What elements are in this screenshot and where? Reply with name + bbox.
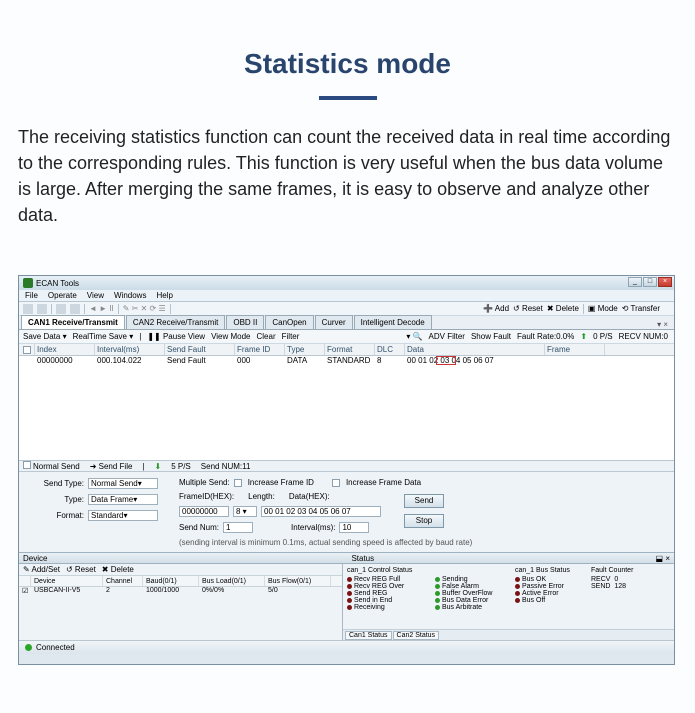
recvnum-label: RECV NUM:0 [619, 332, 668, 341]
page-title: Statistics mode [0, 0, 695, 80]
app-title: ECAN Tools [36, 279, 79, 288]
tab-curver[interactable]: Curver [315, 315, 353, 329]
tab-close-icon[interactable]: ▾ × [657, 320, 668, 329]
can2-status-tab[interactable]: Can2 Status [393, 631, 440, 640]
type-select[interactable]: Data Frame ▾ [88, 494, 158, 505]
tab-obd[interactable]: OBD II [226, 315, 264, 329]
send-pps: 5 P/S [171, 462, 191, 471]
send-num: Send NUM:11 [201, 462, 251, 471]
statusbar: Connected [19, 640, 674, 654]
status-tabs: Can1 Status Can2 Status [343, 629, 674, 640]
filter-button[interactable]: Filter [282, 332, 300, 341]
length-select[interactable]: 8 ▾ [233, 506, 257, 517]
show-fault-button[interactable]: Show Fault [471, 332, 511, 341]
delete-button[interactable]: ✖ Delete [547, 304, 579, 313]
connected-label: Connected [36, 643, 75, 652]
description-text: The receiving statistics function can co… [0, 124, 695, 228]
grid-header: Index Interval(ms) Send Fault Frame ID T… [19, 344, 674, 356]
lower-panels: ✎ Add/Set ↺ Reset ✖ Delete Device Channe… [19, 564, 674, 640]
send-panel: Send Type:Normal Send ▾ Type:Data Frame … [19, 472, 674, 552]
tool-icon[interactable] [23, 304, 33, 314]
adv-filter-button[interactable]: ADV Filter [429, 332, 465, 341]
menu-operate[interactable]: Operate [48, 291, 77, 300]
interval-input[interactable]: 10 [339, 522, 369, 533]
tab-can1[interactable]: CAN1 Receive/Transmit [21, 315, 125, 329]
sendtype-select[interactable]: Normal Send ▾ [88, 478, 158, 489]
sub-toolbar: Save Data ▾ RealTime Save ▾ | ❚❚ Pause V… [19, 330, 674, 344]
mode-button[interactable]: ▣ Mode [588, 304, 618, 313]
grid-body: 00000000 000.104.022 Send Fault 000 DATA… [19, 356, 674, 460]
can1-status-tab[interactable]: Can1 Status [345, 631, 392, 640]
close-button[interactable]: × [658, 277, 672, 287]
sendnum-input[interactable]: 1 [223, 522, 253, 533]
stop-button[interactable]: Stop [404, 514, 444, 528]
format-select[interactable]: Standard ▾ [88, 510, 158, 521]
clear-button[interactable]: Clear [257, 332, 276, 341]
data-input[interactable]: 00 01 02 03 04 05 06 07 [261, 506, 381, 517]
tab-can2[interactable]: CAN2 Receive/Transmit [126, 315, 226, 329]
inc-data-checkbox[interactable] [332, 479, 340, 487]
fault-rate-label: Fault Rate:0.0% [517, 332, 574, 341]
menu-file[interactable]: File [25, 291, 38, 300]
menu-windows[interactable]: Windows [114, 291, 146, 300]
menubar: File Operate View Windows Help [19, 290, 674, 302]
tab-decode[interactable]: Intelligent Decode [354, 315, 432, 329]
dev-delete-button[interactable]: ✖ Delete [102, 565, 134, 574]
menu-view[interactable]: View [87, 291, 104, 300]
tool-icon[interactable] [56, 304, 66, 314]
send-file-tab[interactable]: ➜ Send File [90, 462, 133, 471]
app-icon [23, 278, 33, 288]
app-window: ECAN Tools _ □ × File Operate View Windo… [18, 275, 675, 665]
tool-icon[interactable] [70, 304, 80, 314]
tab-canopen[interactable]: CanOpen [265, 315, 313, 329]
status-panel: can_1 Control Status Recv REG Full Recv … [343, 564, 674, 629]
maximize-button[interactable]: □ [643, 277, 657, 287]
inc-id-checkbox[interactable] [234, 479, 242, 487]
save-data-button[interactable]: Save Data ▾ [23, 332, 67, 341]
pause-view-button[interactable]: ❚❚ Pause View [147, 332, 205, 341]
title-underline [319, 96, 377, 100]
transfer-button[interactable]: ⟲ Transfer [622, 304, 660, 313]
send-mode-bar: Normal Send ➜ Send File | ⬇ 5 P/S Send N… [19, 460, 674, 472]
send-button[interactable]: Send [404, 494, 444, 508]
tool-icon[interactable] [37, 304, 47, 314]
main-tabs: CAN1 Receive/Transmit CAN2 Receive/Trans… [19, 316, 674, 330]
device-panel: ✎ Add/Set ↺ Reset ✖ Delete Device Channe… [19, 564, 343, 640]
device-row[interactable]: ☑ USBCAN-II-V5 2 1000/1000 0%/0% 5/0 [19, 587, 342, 598]
realtime-save-button[interactable]: RealTime Save ▾ [73, 332, 134, 341]
dev-addset-button[interactable]: ✎ Add/Set [23, 565, 60, 574]
reset-button[interactable]: ↺ Reset [513, 304, 543, 313]
add-button[interactable]: ➕ Add [483, 304, 509, 313]
panels-header: Device Status ⬓ × [19, 552, 674, 564]
main-toolbar: ◄ ► II ✎ ✂ ✕ ⟳ ☰ ➕ Add ↺ Reset ✖ Delete … [19, 302, 674, 316]
table-row[interactable]: 00000000 000.104.022 Send Fault 000 DATA… [19, 356, 674, 366]
normal-send-tab[interactable]: Normal Send [33, 462, 80, 471]
pps-label: 0 P/S [593, 332, 613, 341]
frame-highlight [436, 356, 456, 365]
view-mode-button[interactable]: View Mode [211, 332, 250, 341]
titlebar: ECAN Tools _ □ × [19, 276, 674, 290]
menu-help[interactable]: Help [156, 291, 172, 300]
connected-dot-icon [25, 644, 32, 651]
minimize-button[interactable]: _ [628, 277, 642, 287]
frameid-input[interactable]: 00000000 [179, 506, 229, 517]
dev-reset-button[interactable]: ↺ Reset [66, 565, 96, 574]
